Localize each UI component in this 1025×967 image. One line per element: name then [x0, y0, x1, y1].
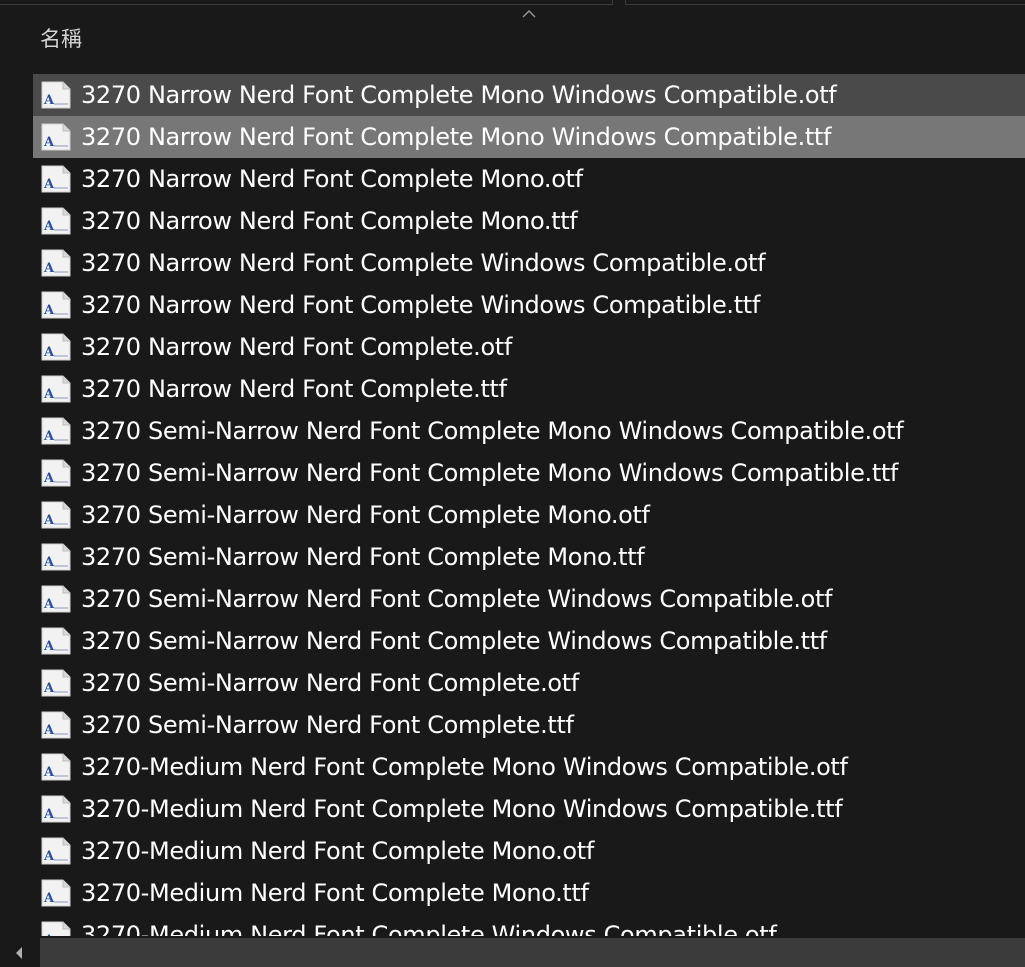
file-explorer-window: 名稱 A 3270 Narrow Nerd Font Complete Mono … — [0, 0, 1025, 967]
chevron-left-icon — [16, 946, 22, 959]
file-row[interactable]: A 3270-Medium Nerd Font Complete Mono Win… — [33, 788, 1025, 830]
font-file-icon: A — [41, 333, 71, 361]
svg-text:A: A — [43, 177, 55, 192]
font-file-icon: A — [41, 165, 71, 193]
file-name: 3270-Medium Nerd Font Complete Mono Wind… — [81, 795, 843, 823]
font-file-icon: A — [41, 81, 71, 109]
svg-text:A: A — [43, 513, 55, 528]
file-name: 3270 Narrow Nerd Font Complete Windows C… — [81, 249, 766, 277]
font-file-icon: A — [41, 207, 71, 235]
font-file-icon: A — [41, 501, 71, 529]
file-name: 3270-Medium Nerd Font Complete Mono Wind… — [81, 753, 848, 781]
font-file-icon: A — [41, 375, 71, 403]
file-name: 3270 Narrow Nerd Font Complete Mono.otf — [81, 165, 583, 193]
svg-text:A: A — [43, 219, 55, 234]
file-row[interactable]: A 3270 Semi-Narrow Nerd Font Complete Mon… — [33, 494, 1025, 536]
file-name: 3270 Narrow Nerd Font Complete Mono Wind… — [81, 81, 837, 109]
font-file-icon: A — [41, 879, 71, 907]
svg-text:A: A — [43, 261, 55, 276]
font-file-icon: A — [41, 249, 71, 277]
svg-text:A: A — [43, 639, 55, 654]
font-file-icon: A — [41, 795, 71, 823]
file-name: 3270-Medium Nerd Font Complete Windows C… — [81, 921, 777, 936]
font-file-icon: A — [41, 123, 71, 151]
file-row[interactable]: A 3270-Medium Nerd Font Complete Windows … — [33, 914, 1025, 936]
file-row[interactable]: A 3270-Medium Nerd Font Complete Mono.ttf — [33, 872, 1025, 914]
file-name: 3270 Semi-Narrow Nerd Font Complete Mono… — [81, 543, 645, 571]
file-row[interactable]: A 3270 Narrow Nerd Font Complete Mono.ttf — [33, 200, 1025, 242]
font-file-icon: A — [41, 627, 71, 655]
file-row[interactable]: A 3270 Narrow Nerd Font Complete Mono Win… — [33, 116, 1025, 158]
font-file-icon: A — [41, 921, 71, 936]
file-name: 3270 Narrow Nerd Font Complete.otf — [81, 333, 512, 361]
font-file-icon: A — [41, 837, 71, 865]
font-file-icon: A — [41, 669, 71, 697]
svg-text:A: A — [43, 681, 55, 696]
svg-text:A: A — [43, 303, 55, 318]
svg-text:A: A — [43, 345, 55, 360]
file-name: 3270 Semi-Narrow Nerd Font Complete Mono… — [81, 501, 650, 529]
file-name: 3270 Narrow Nerd Font Complete Mono.ttf — [81, 207, 578, 235]
svg-text:A: A — [43, 135, 55, 150]
svg-text:A: A — [43, 597, 55, 612]
svg-text:A: A — [43, 555, 55, 570]
font-file-icon: A — [41, 291, 71, 319]
file-row[interactable]: A 3270 Narrow Nerd Font Complete Mono.otf — [33, 158, 1025, 200]
font-file-icon: A — [41, 711, 71, 739]
file-row[interactable]: A 3270 Narrow Nerd Font Complete Windows … — [33, 242, 1025, 284]
file-name: 3270 Narrow Nerd Font Complete Windows C… — [81, 291, 760, 319]
file-row[interactable]: A 3270 Narrow Nerd Font Complete.otf — [33, 326, 1025, 368]
file-name: 3270-Medium Nerd Font Complete Mono.otf — [81, 837, 594, 865]
column-divider-right — [625, 0, 1025, 5]
file-name: 3270 Semi-Narrow Nerd Font Complete Mono… — [81, 417, 904, 445]
svg-text:A: A — [43, 765, 55, 780]
font-file-icon: A — [41, 543, 71, 571]
scroll-left-button[interactable] — [0, 938, 38, 967]
font-file-icon: A — [41, 585, 71, 613]
file-row[interactable]: A 3270 Semi-Narrow Nerd Font Complete Mon… — [33, 410, 1025, 452]
top-column-dividers — [0, 0, 1025, 6]
file-row[interactable]: A 3270 Narrow Nerd Font Complete Windows … — [33, 284, 1025, 326]
horizontal-scrollbar[interactable] — [0, 938, 1025, 967]
svg-text:A: A — [43, 471, 55, 486]
font-file-icon: A — [41, 459, 71, 487]
file-name: 3270 Narrow Nerd Font Complete.ttf — [81, 375, 507, 403]
svg-text:A: A — [43, 429, 55, 444]
svg-text:A: A — [43, 891, 55, 906]
scrollbar-thumb[interactable] — [40, 938, 1025, 967]
name-column-header[interactable]: 名稱 — [0, 18, 1025, 58]
file-row[interactable]: A 3270 Semi-Narrow Nerd Font Complete.otf — [33, 662, 1025, 704]
column-divider-left — [0, 0, 613, 5]
svg-text:A: A — [43, 933, 55, 936]
file-row[interactable]: A 3270 Semi-Narrow Nerd Font Complete Mon… — [33, 536, 1025, 578]
file-name: 3270 Semi-Narrow Nerd Font Complete Mono… — [81, 459, 899, 487]
file-name: 3270 Semi-Narrow Nerd Font Complete Wind… — [81, 585, 833, 613]
file-name: 3270 Narrow Nerd Font Complete Mono Wind… — [81, 123, 832, 151]
file-row[interactable]: A 3270 Semi-Narrow Nerd Font Complete.ttf — [33, 704, 1025, 746]
svg-text:A: A — [43, 849, 55, 864]
file-row[interactable]: A 3270 Semi-Narrow Nerd Font Complete Win… — [33, 620, 1025, 662]
file-row[interactable]: A 3270 Narrow Nerd Font Complete Mono Win… — [33, 74, 1025, 116]
file-row[interactable]: A 3270-Medium Nerd Font Complete Mono Win… — [33, 746, 1025, 788]
file-row[interactable]: A 3270 Narrow Nerd Font Complete.ttf — [33, 368, 1025, 410]
svg-text:A: A — [43, 807, 55, 822]
svg-text:A: A — [43, 723, 55, 738]
file-name: 3270 Semi-Narrow Nerd Font Complete.ttf — [81, 711, 574, 739]
file-name: 3270 Semi-Narrow Nerd Font Complete.otf — [81, 669, 579, 697]
font-file-icon: A — [41, 417, 71, 445]
file-name: 3270 Semi-Narrow Nerd Font Complete Wind… — [81, 627, 827, 655]
file-row[interactable]: A 3270 Semi-Narrow Nerd Font Complete Mon… — [33, 452, 1025, 494]
svg-text:A: A — [43, 93, 55, 108]
file-list: A 3270 Narrow Nerd Font Complete Mono Win… — [33, 74, 1025, 936]
svg-text:A: A — [43, 387, 55, 402]
file-name: 3270-Medium Nerd Font Complete Mono.ttf — [81, 879, 589, 907]
file-row[interactable]: A 3270-Medium Nerd Font Complete Mono.otf — [33, 830, 1025, 872]
file-row[interactable]: A 3270 Semi-Narrow Nerd Font Complete Win… — [33, 578, 1025, 620]
name-column-label: 名稱 — [40, 27, 82, 51]
font-file-icon: A — [41, 753, 71, 781]
